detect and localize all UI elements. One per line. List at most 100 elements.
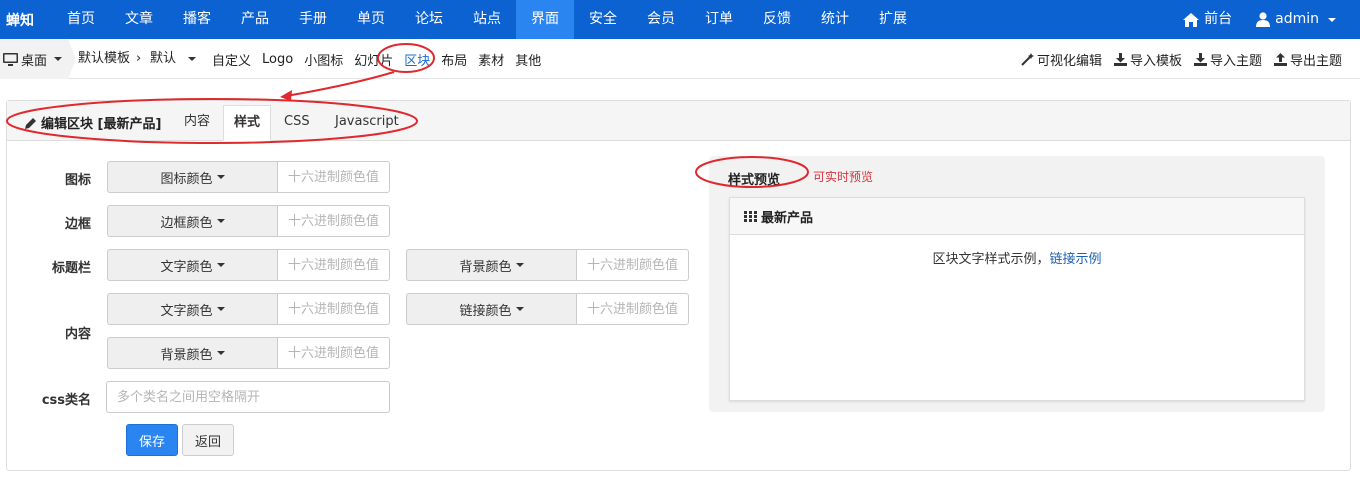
caret-down-icon [216, 219, 225, 223]
desktop-label: 桌面 [21, 53, 48, 69]
breadcrumb-template[interactable]: 默认模板 [78, 39, 130, 79]
caret-down-icon [216, 263, 225, 267]
content-text-color-input[interactable] [277, 293, 390, 325]
user-name: admin [1275, 11, 1319, 27]
panel-title-text: 编辑区块 [最新产品] [41, 117, 162, 132]
front-label: 前台 [1204, 11, 1233, 27]
preview-block-body: 区块文字样式示例，链接示例 [730, 248, 1304, 267]
nav-item-member[interactable]: 会员 [632, 0, 690, 39]
icon-color-input[interactable] [277, 161, 390, 193]
user-menu[interactable]: admin [1244, 0, 1360, 39]
border-color-button[interactable]: 边框颜色 [107, 205, 277, 237]
home-icon [1183, 12, 1200, 27]
tab-css[interactable]: CSS [274, 105, 320, 141]
visual-edit-button[interactable]: 可视化编辑 [1021, 50, 1102, 69]
link-other[interactable]: 其他 [515, 50, 541, 69]
content-link-color-input[interactable] [576, 293, 689, 325]
nav-item-order[interactable]: 订单 [690, 0, 748, 39]
breadcrumb-separator-icon: › [136, 51, 142, 66]
preview-sample-link[interactable]: 链接示例 [1050, 252, 1102, 267]
monitor-icon [3, 52, 18, 66]
sub-actions: 可视化编辑 导入模板 导入主题 导出主题 [1021, 39, 1342, 79]
upload-icon [1273, 52, 1287, 66]
import-template-button[interactable]: 导入模板 [1113, 50, 1182, 69]
main-nav: 首页 文章 播客 产品 手册 单页 论坛 站点 界面 安全 会员 订单 反馈 统… [52, 0, 922, 39]
link-custom[interactable]: 自定义 [212, 50, 251, 69]
content-bg-color-button[interactable]: 背景颜色 [107, 337, 277, 369]
breadcrumb-divider [198, 39, 199, 79]
content-text-color-label: 文字颜色 [160, 303, 213, 319]
caret-down-icon [1328, 17, 1336, 22]
panel-title: 编辑区块 [最新产品] [25, 113, 161, 132]
titlebar-text-color-label: 文字颜色 [160, 259, 213, 275]
preview-block-title: 最新产品 [761, 210, 814, 226]
nav-item-site[interactable]: 站点 [458, 0, 516, 39]
link-assets[interactable]: 素材 [478, 50, 504, 69]
titlebar-text-color-button[interactable]: 文字颜色 [107, 249, 277, 281]
link-favicon[interactable]: 小图标 [304, 50, 343, 69]
nav-item-blog[interactable]: 播客 [168, 0, 226, 39]
export-theme-label: 导出主题 [1289, 53, 1342, 69]
label-content: 内容 [64, 327, 91, 342]
link-layout[interactable]: 布局 [441, 50, 467, 69]
link-slides[interactable]: 幻灯片 [354, 50, 393, 69]
css-class-input[interactable] [106, 381, 390, 413]
border-color-label: 边框颜色 [160, 215, 213, 231]
breadcrumb-theme: 默认 [150, 51, 177, 66]
caret-down-icon [515, 263, 524, 267]
preview-hint: 可实时预览 [813, 170, 874, 184]
tab-content[interactable]: 内容 [174, 105, 220, 141]
titlebar-text-color-input[interactable] [277, 249, 390, 281]
breadcrumb-divider [68, 39, 76, 79]
titlebar-bg-color-group: 背景颜色 [406, 249, 689, 281]
back-button[interactable]: 返回 [182, 424, 234, 456]
link-logo[interactable]: Logo [262, 52, 293, 67]
nav-item-article[interactable]: 文章 [110, 0, 168, 39]
content-link-color-button[interactable]: 链接颜色 [406, 293, 576, 325]
export-theme-button[interactable]: 导出主题 [1273, 50, 1342, 69]
grid-icon [744, 210, 757, 222]
panel-header: 编辑区块 [最新产品] 内容 样式 CSS Javascript [7, 101, 1350, 141]
nav-item-page[interactable]: 单页 [342, 0, 400, 39]
brand-logo[interactable]: 蝉知 [6, 10, 34, 30]
nav-item-ui[interactable]: 界面 [516, 0, 574, 39]
border-color-input[interactable] [277, 205, 390, 237]
nav-item-product[interactable]: 产品 [226, 0, 284, 39]
preview-title: 样式预览 [728, 173, 781, 188]
front-link[interactable]: 前台 [1171, 0, 1244, 39]
desktop-menu[interactable]: 桌面 [0, 39, 68, 79]
content-text-color-button[interactable]: 文字颜色 [107, 293, 277, 325]
nav-item-forum[interactable]: 论坛 [400, 0, 458, 39]
caret-down-icon [54, 57, 63, 61]
import-theme-button[interactable]: 导入主题 [1193, 50, 1262, 69]
magic-wand-icon [1021, 52, 1034, 66]
titlebar-bg-color-button[interactable]: 背景颜色 [406, 249, 576, 281]
preview-block-card: 最新产品 区块文字样式示例，链接示例 [729, 197, 1305, 401]
save-button[interactable]: 保存 [126, 424, 178, 456]
content-link-color-label: 链接颜色 [459, 303, 512, 319]
icon-color-label: 图标颜色 [160, 171, 213, 187]
download-icon [1113, 52, 1127, 66]
nav-item-manual[interactable]: 手册 [284, 0, 342, 39]
icon-color-button[interactable]: 图标颜色 [107, 161, 277, 193]
theme-selector[interactable]: 默认 [150, 39, 197, 79]
content-bg-color-group: 背景颜色 [107, 337, 390, 369]
caret-down-icon [216, 307, 225, 311]
titlebar-bg-color-input[interactable] [576, 249, 689, 281]
tab-javascript[interactable]: Javascript [325, 105, 409, 141]
nav-item-security[interactable]: 安全 [574, 0, 632, 39]
nav-item-stats[interactable]: 统计 [806, 0, 864, 39]
nav-item-extension[interactable]: 扩展 [864, 0, 922, 39]
content-text-color-group: 文字颜色 [107, 293, 390, 325]
nav-item-home[interactable]: 首页 [52, 0, 110, 39]
label-titlebar: 标题栏 [51, 261, 91, 276]
pencil-icon [25, 117, 36, 129]
titlebar-bg-color-label: 背景颜色 [459, 259, 512, 275]
visual-edit-label: 可视化编辑 [1036, 53, 1102, 69]
preview-block-header: 最新产品 [730, 198, 1304, 235]
tab-style[interactable]: 样式 [223, 105, 272, 141]
nav-item-feedback[interactable]: 反馈 [748, 0, 806, 39]
link-blocks[interactable]: 区块 [404, 50, 430, 69]
content-bg-color-label: 背景颜色 [160, 347, 213, 363]
content-bg-color-input[interactable] [277, 337, 390, 369]
